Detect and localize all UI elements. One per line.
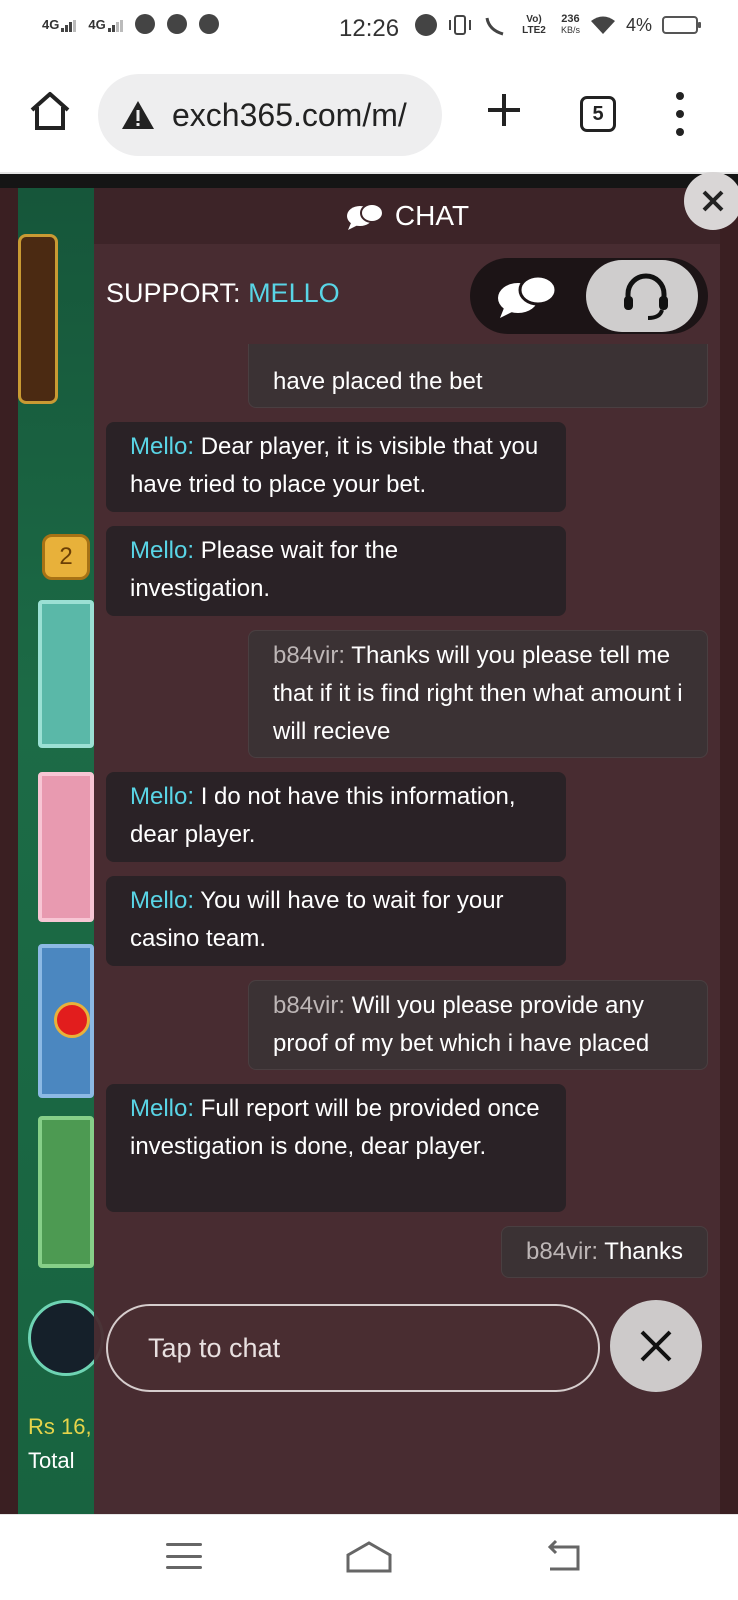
- chrome-icon: [134, 14, 155, 34]
- list-item: b84vir: Thanks: [501, 1226, 708, 1278]
- volte-indicator: Vo) LTE2: [522, 14, 546, 36]
- list-item: have placed the bet: [248, 344, 708, 408]
- headset-icon[interactable]: [620, 270, 672, 322]
- list-item: b84vir: Will you please provide any proo…: [248, 980, 708, 1070]
- status-bar: 4G 4G 12:26 Vo) LTE2 236 KB/s 4%: [0, 0, 738, 58]
- list-item: Mello: I do not have this information, d…: [106, 772, 566, 862]
- close-panel-button[interactable]: [684, 172, 738, 230]
- stake-amount: Rs 16,: [28, 1414, 92, 1439]
- chat-panel: CHAT SUPPORT: MELLO have placed the bet …: [94, 188, 720, 1514]
- game-card[interactable]: [38, 1116, 94, 1268]
- close-chat-button[interactable]: [610, 1300, 702, 1392]
- close-icon[interactable]: [700, 188, 726, 214]
- wifi-call-icon: [485, 17, 504, 36]
- coin-flip-banner: [18, 234, 58, 404]
- chat-input-placeholder[interactable]: Tap to chat: [148, 1333, 280, 1364]
- list-item: Mello: Dear player, it is visible that y…: [106, 422, 566, 512]
- red-ball-icon: [54, 1002, 90, 1038]
- more-vert-icon[interactable]: [668, 92, 692, 136]
- chat-title: CHAT: [394, 200, 470, 231]
- signal-sim2-icon: 4G: [88, 17, 123, 32]
- list-item: Mello: Full report will be provided once…: [106, 1084, 566, 1212]
- back-icon[interactable]: [544, 1539, 584, 1575]
- repeat-bet-button[interactable]: [28, 1300, 104, 1376]
- system-nav-bar: [0, 1514, 738, 1600]
- game-card[interactable]: [38, 600, 94, 748]
- chat-input[interactable]: Tap to chat: [106, 1304, 600, 1392]
- wifi-icon: [590, 16, 615, 34]
- message-list[interactable]: have placed the bet Mello: Dear player, …: [94, 344, 720, 1286]
- status-right: Vo) LTE2 236 KB/s 4%: [414, 13, 701, 36]
- warning-icon[interactable]: [120, 99, 156, 131]
- home-icon[interactable]: [28, 88, 72, 132]
- list-item: Mello: You will have to wait for your ca…: [106, 876, 566, 966]
- chat-bubbles-icon[interactable]: [494, 272, 560, 320]
- net-speed: 236 KB/s: [560, 13, 580, 36]
- menu-icon[interactable]: [166, 1543, 202, 1569]
- telegram-icon: [198, 14, 219, 34]
- level-badge: 2: [42, 534, 90, 580]
- total-label: Total: [28, 1448, 75, 1473]
- browser-toolbar: exch365.com/m/ 5: [0, 58, 738, 174]
- support-agent-name: MELLO: [248, 278, 340, 308]
- list-item: Mello: Please wait for the investigation…: [106, 526, 566, 616]
- chat-bubbles-icon: [346, 203, 384, 230]
- chrome-icon: [166, 14, 187, 34]
- list-item: b84vir: Thanks will you please tell me t…: [248, 630, 708, 758]
- chat-header: CHAT: [94, 188, 720, 244]
- battery-percent: 4%: [625, 14, 652, 35]
- url-text[interactable]: exch365.com/m/: [172, 97, 407, 134]
- tabs-button[interactable]: 5: [580, 96, 616, 132]
- chat-mode-toggle[interactable]: [470, 258, 708, 334]
- vibrate-icon: [448, 15, 471, 35]
- battery-icon: [662, 16, 701, 34]
- game-card[interactable]: [38, 772, 94, 922]
- close-icon[interactable]: [636, 1326, 676, 1366]
- plus-icon[interactable]: [484, 90, 524, 130]
- clock: 12:26: [339, 15, 400, 42]
- alarm-icon: [414, 14, 437, 36]
- home-icon[interactable]: [344, 1539, 394, 1575]
- status-left: 4G 4G: [42, 14, 219, 34]
- signal-sim1-icon: 4G: [42, 17, 77, 32]
- support-label: SUPPORT: MELLO: [106, 278, 340, 308]
- address-bar[interactable]: exch365.com/m/: [98, 74, 442, 156]
- game-topbar: [0, 174, 738, 188]
